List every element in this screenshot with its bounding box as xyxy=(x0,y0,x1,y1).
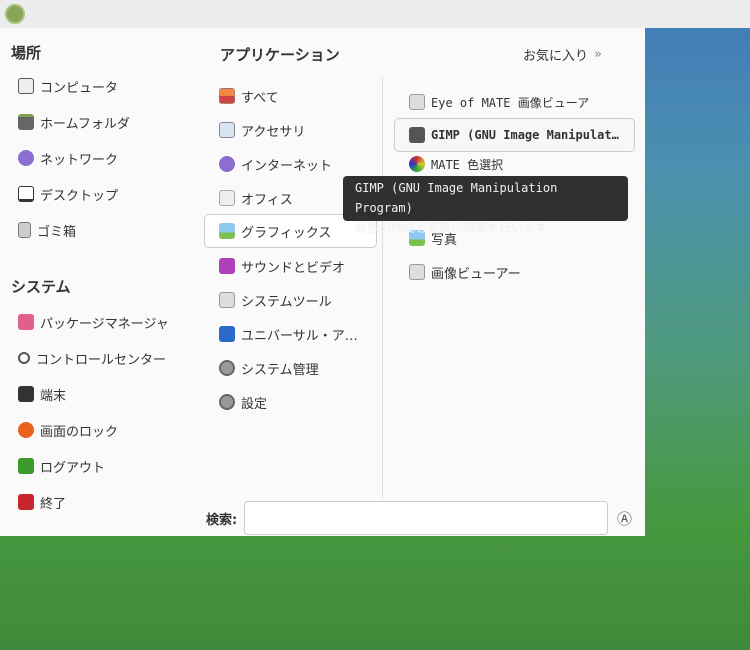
category-sound-video[interactable]: サウンドとビデオ xyxy=(219,250,345,282)
place-desktop[interactable]: デスクトップ xyxy=(18,178,118,210)
terminal-icon xyxy=(18,386,34,402)
label: お気に入り xyxy=(523,48,589,64)
tooltip-title: GIMP (GNU Image Manipulation Program) xyxy=(355,181,558,215)
system-logout[interactable]: ログアウト xyxy=(18,450,105,482)
gear-icon xyxy=(219,360,235,376)
column-divider xyxy=(382,78,383,498)
logout-icon xyxy=(18,458,34,474)
category-accessories[interactable]: アクセサリ xyxy=(219,114,305,146)
places-heading: 場所 xyxy=(11,44,42,62)
system-control-center[interactable]: コントロールセンター xyxy=(18,342,166,374)
label: インターネット xyxy=(241,158,333,174)
gear-icon xyxy=(219,394,235,410)
all-icon xyxy=(219,88,235,104)
system-terminal[interactable]: 端末 xyxy=(18,378,66,410)
accessibility-icon xyxy=(219,326,235,342)
label: Eye of MATE 画像ビューア xyxy=(431,95,590,110)
place-home[interactable]: ホームフォルダ xyxy=(18,106,130,138)
package-icon xyxy=(18,314,34,330)
office-icon xyxy=(219,190,235,206)
system-tools-icon xyxy=(219,292,235,308)
trash-icon xyxy=(18,222,31,238)
label: 端末 xyxy=(40,388,67,404)
label: コンピュータ xyxy=(40,80,119,96)
power-icon xyxy=(18,494,34,510)
network-icon xyxy=(18,150,34,166)
image-viewer-icon xyxy=(409,264,425,280)
place-network[interactable]: ネットワーク xyxy=(18,142,118,174)
label: 画面のロック xyxy=(40,424,119,440)
desktop-icon xyxy=(18,186,34,202)
place-computer[interactable]: コンピュータ xyxy=(18,70,118,102)
menu-logo-icon[interactable] xyxy=(5,4,25,24)
category-office[interactable]: オフィス xyxy=(219,182,293,214)
category-internet[interactable]: インターネット xyxy=(219,148,332,180)
search-label: 検索: xyxy=(206,512,238,528)
label: システムツール xyxy=(241,294,332,310)
multimedia-icon xyxy=(219,258,235,274)
accessories-icon xyxy=(219,122,235,138)
label: ユニバーサル・ア… xyxy=(241,328,358,344)
lock-icon xyxy=(18,422,34,438)
gimp-icon xyxy=(409,127,425,143)
folder-icon xyxy=(18,114,34,130)
label: ネットワーク xyxy=(40,152,119,168)
graphics-icon xyxy=(219,223,235,239)
chevron-right-icon: » xyxy=(594,46,602,62)
system-shutdown[interactable]: 終了 xyxy=(18,486,66,518)
label: パッケージマネージャ xyxy=(40,316,169,332)
search-input[interactable] xyxy=(244,501,608,535)
label: MATE 色選択 xyxy=(431,157,504,172)
label: 画像ビューアー xyxy=(431,266,521,282)
applications-heading: アプリケーション xyxy=(220,46,340,64)
label: システム管理 xyxy=(241,362,319,378)
label: GIMP (GNU Image Manipulat… xyxy=(431,128,619,142)
computer-icon xyxy=(18,78,34,94)
favorites-button[interactable]: お気に入り » xyxy=(523,38,602,70)
system-heading: システム xyxy=(11,278,71,296)
wrench-icon xyxy=(18,352,30,364)
application-menu: 場所 コンピュータ ホームフォルダ ネットワーク デスクトップ ゴミ箱 システム… xyxy=(0,28,645,536)
category-settings[interactable]: 設定 xyxy=(219,386,267,418)
system-package-manager[interactable]: パッケージマネージャ xyxy=(18,306,169,338)
label: グラフィックス xyxy=(241,225,332,241)
label: 設定 xyxy=(241,396,268,412)
internet-icon xyxy=(219,156,235,172)
label: デスクトップ xyxy=(40,188,119,204)
top-panel xyxy=(0,0,750,28)
app-eye-of-mate[interactable]: Eye of MATE 画像ビューア xyxy=(409,86,589,118)
label: オフィス xyxy=(241,192,293,208)
tooltip: GIMP (GNU Image Manipulation Program) 画像… xyxy=(343,176,628,235)
label: ログアウト xyxy=(40,460,106,476)
label: ゴミ箱 xyxy=(37,224,77,240)
label: サウンドとビデオ xyxy=(241,260,346,276)
image-viewer-icon xyxy=(409,94,425,110)
label: 終了 xyxy=(40,496,67,512)
category-universal-access[interactable]: ユニバーサル・ア… xyxy=(219,318,358,350)
place-trash[interactable]: ゴミ箱 xyxy=(18,214,76,246)
app-image-viewer[interactable]: 画像ビューアー xyxy=(409,256,521,288)
search-options-icon[interactable]: Ⓐ xyxy=(617,502,632,534)
app-gimp[interactable]: GIMP (GNU Image Manipulat… xyxy=(394,118,635,152)
label: アクセサリ xyxy=(241,124,306,140)
category-administration[interactable]: システム管理 xyxy=(219,352,319,384)
label: コントロールセンター xyxy=(36,352,167,368)
system-lock-screen[interactable]: 画面のロック xyxy=(18,414,118,446)
category-all[interactable]: すべて xyxy=(219,80,279,112)
color-wheel-icon xyxy=(409,156,425,172)
category-system-tools[interactable]: システムツール xyxy=(219,284,332,316)
label: すべて xyxy=(241,90,279,106)
app-mate-color-select[interactable]: MATE 色選択 xyxy=(409,153,503,175)
tooltip-description: 画像の作成と写真の編集を行います xyxy=(355,221,548,235)
label: ホームフォルダ xyxy=(40,116,130,132)
